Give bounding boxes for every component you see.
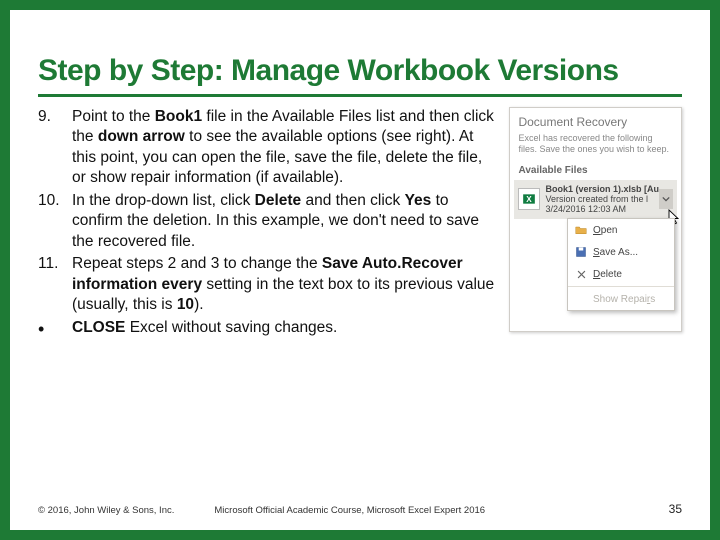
file-name: Book1 (version 1).xlsb [Au	[545, 184, 659, 194]
step-text: Point to the Book1 file in the Available…	[72, 107, 497, 189]
menu-delete[interactable]: Delete	[568, 263, 674, 285]
file-timestamp: 3/24/2016 12:03 AM	[545, 204, 659, 214]
step-number: 11.	[38, 254, 72, 315]
step-item: 10.In the drop-down list, click Delete a…	[38, 191, 497, 252]
menu-separator	[568, 286, 674, 287]
recovered-file-item[interactable]: X Book1 (version 1).xlsb [Au Version cre…	[514, 180, 677, 219]
menu-delete-label: Delete	[593, 269, 622, 280]
excel-file-icon: X	[518, 188, 540, 210]
step-number: 9.	[38, 107, 72, 189]
blank-icon	[575, 293, 587, 305]
file-dropdown-button[interactable]	[659, 189, 673, 209]
doc-recovery-title: Document Recovery	[518, 115, 673, 129]
menu-open[interactable]: Open	[568, 219, 674, 241]
body: 9.Point to the Book1 file in the Availab…	[38, 107, 682, 340]
bullet-mark: •	[38, 318, 72, 338]
file-desc: Version created from the l	[545, 194, 659, 204]
steps-list: 9.Point to the Book1 file in the Availab…	[38, 107, 497, 340]
menu-show-repairs-label: Show Repairs	[593, 294, 655, 305]
open-icon	[575, 224, 587, 236]
step-text: Repeat steps 2 and 3 to change the Save …	[72, 254, 497, 315]
page-title: Step by Step: Manage Workbook Versions	[38, 54, 682, 88]
footer: © 2016, John Wiley & Sons, Inc. Microsof…	[38, 502, 682, 516]
menu-save-as-label: Save As...	[593, 247, 638, 258]
file-text: Book1 (version 1).xlsb [Au Version creat…	[545, 184, 659, 215]
bullet-item: •CLOSE Excel without saving changes.	[38, 318, 497, 338]
title-rule	[38, 94, 682, 97]
file-context-menu: Open Save As... Delete Sho	[567, 218, 675, 311]
slide: Step by Step: Manage Workbook Versions 9…	[0, 0, 720, 540]
chevron-down-icon	[662, 195, 670, 203]
available-files-label: Available Files	[518, 165, 673, 176]
document-recovery-panel: Document Recovery Excel has recovered th…	[509, 107, 682, 332]
doc-recovery-subtitle: Excel has recovered the following files.…	[518, 133, 673, 155]
menu-open-label: Open	[593, 225, 617, 236]
delete-icon	[575, 268, 587, 280]
bullet-text: CLOSE Excel without saving changes.	[72, 318, 497, 338]
step-item: 11.Repeat steps 2 and 3 to change the Sa…	[38, 254, 497, 315]
page-number: 35	[669, 502, 682, 516]
save-icon	[575, 246, 587, 258]
menu-show-repairs: Show Repairs	[568, 288, 674, 310]
copyright: © 2016, John Wiley & Sons, Inc.	[38, 505, 174, 516]
step-number: 10.	[38, 191, 72, 252]
step-text: In the drop-down list, click Delete and …	[72, 191, 497, 252]
step-item: 9.Point to the Book1 file in the Availab…	[38, 107, 497, 189]
menu-save-as[interactable]: Save As...	[568, 241, 674, 263]
svg-text:X: X	[527, 195, 533, 204]
course-name: Microsoft Official Academic Course, Micr…	[214, 505, 668, 516]
